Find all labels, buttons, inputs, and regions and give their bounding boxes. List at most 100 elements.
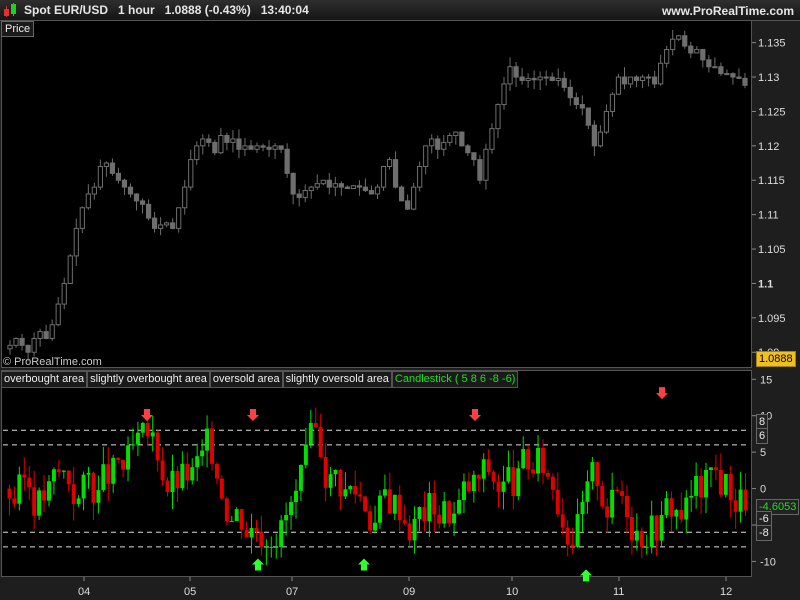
price-candle-body	[139, 200, 146, 205]
price-candle-body	[194, 145, 200, 161]
ind-candle-body	[511, 467, 516, 497]
ind-candle-body	[373, 522, 378, 531]
ind-candle-body	[7, 488, 12, 499]
price-candle-body	[706, 59, 712, 68]
price-candle-body	[272, 145, 278, 150]
price-candle-body	[164, 222, 170, 226]
price-y-tick-label: 1.115	[758, 175, 785, 187]
price-candle-body	[670, 38, 676, 51]
ind-candle-body	[111, 457, 116, 484]
ind-candle-body	[580, 501, 585, 515]
ind-candle-body	[550, 476, 555, 490]
price-candle-body	[519, 76, 525, 81]
last-price-tag: 1.0888	[756, 351, 796, 367]
price-y-tick-label: 1.135	[758, 38, 786, 50]
ind-candle-body	[140, 423, 145, 433]
ind-candle-body	[412, 518, 417, 541]
ind-candle-body	[210, 428, 214, 464]
ind-candle-body	[22, 474, 27, 478]
ind-candle-body	[659, 514, 664, 541]
ind-candle-body	[353, 486, 358, 495]
price-candle-body	[537, 76, 543, 81]
ind-candle-body	[96, 490, 101, 503]
ind-candle-body	[471, 474, 476, 492]
ind-candle-body	[12, 498, 17, 504]
ind-candle-body	[516, 468, 521, 497]
ind-y-tick-label: -10	[760, 556, 776, 568]
price-candle-body	[453, 131, 459, 137]
ind-candle-body	[269, 546, 274, 548]
ind-candle-body	[71, 484, 76, 504]
ind-candle-body	[377, 495, 382, 523]
ind-candle-body	[575, 514, 580, 547]
ind-y-tick-label: 15	[760, 374, 772, 386]
ind-candle-body	[303, 444, 308, 465]
ind-candle-body	[733, 500, 738, 512]
ind-candle-body	[743, 489, 748, 511]
ind-candle-body	[42, 490, 47, 501]
ind-candle-body	[461, 481, 466, 500]
price-candle-body	[392, 159, 399, 188]
ind-candle-body	[432, 492, 437, 515]
price-candle-body	[182, 186, 188, 209]
price-candle-body	[477, 159, 483, 181]
ind-candle-body	[229, 520, 234, 522]
price-candle-body	[224, 135, 230, 143]
ind-candle-body	[91, 472, 96, 503]
price-candle-body	[368, 190, 375, 195]
ind-candle-body	[486, 459, 491, 473]
ind-candle-body	[466, 481, 471, 492]
price-candle-body	[314, 183, 320, 188]
ind-candle-body	[17, 474, 22, 504]
ind-candle-body	[536, 447, 541, 474]
x-tick-label: 10	[506, 586, 518, 598]
ind-candle-body	[175, 470, 180, 489]
price-candle-body	[302, 190, 308, 198]
ind-candle-body	[86, 472, 91, 475]
ind-candle-body	[145, 423, 150, 437]
price-candle-body	[549, 76, 555, 81]
ind-candle-body	[476, 474, 481, 479]
ind-candle-body	[699, 476, 704, 498]
price-candle-body	[121, 179, 128, 188]
price-candle-body	[664, 49, 670, 64]
ind-candle-body	[249, 527, 254, 538]
price-candle-body	[79, 207, 85, 229]
price-candle-body	[290, 172, 296, 195]
chart-canvas: 1.135 1.13 1.125 1.12 1.115 1.11 1.105 1.1 1.095…	[3, 29, 786, 598]
price-y-tick-label: 1.1	[758, 278, 773, 290]
x-tick-label: 09	[403, 586, 415, 598]
ind-candle-body	[37, 490, 42, 516]
ind-candle-body	[545, 472, 550, 477]
ind-candle-body	[555, 489, 560, 515]
price-candle-body	[151, 217, 158, 229]
price-candle-body	[49, 324, 55, 339]
price-candle-body	[31, 337, 37, 353]
price-candle-body	[688, 45, 694, 54]
ind-candle-body	[585, 481, 590, 502]
price-candle-body	[344, 186, 350, 189]
sell-arrow-icon	[469, 409, 481, 421]
ind-candle-body	[195, 456, 200, 468]
price-candle-body	[411, 186, 417, 210]
price-candle-body	[465, 145, 471, 154]
ind-candle-body	[669, 498, 674, 517]
price-candle-body	[676, 35, 682, 40]
price-candle-body	[380, 165, 387, 188]
price-candle-body	[682, 35, 688, 47]
ind-candle-body	[279, 520, 284, 547]
ind-candle-body	[610, 489, 615, 518]
price-candle-body	[230, 138, 236, 143]
ind-candle-body	[560, 514, 565, 528]
price-candle-body	[43, 331, 49, 339]
price-y-tick-label: 1.12	[758, 141, 779, 153]
ind-candle-body	[442, 501, 447, 524]
price-candle-body	[543, 76, 549, 79]
ind-candle-body	[180, 463, 185, 489]
price-candle-body	[555, 77, 561, 81]
price-candle-body	[694, 49, 700, 54]
price-candle-body	[591, 124, 597, 147]
price-y-tick-label: 1.13	[758, 72, 779, 84]
ind-candle-body	[689, 495, 694, 498]
ind-candle-body	[506, 467, 511, 482]
